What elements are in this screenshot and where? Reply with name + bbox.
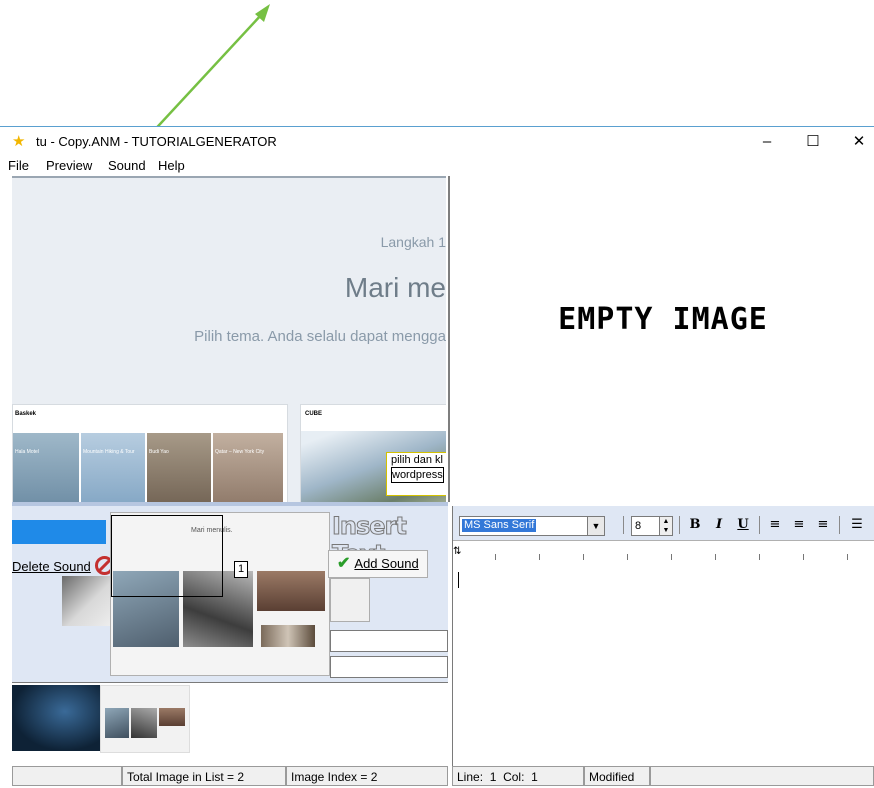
add-sound-button[interactable]: ✔ Add Sound [328,550,428,578]
status-cell-empty [650,766,874,786]
sound-placeholder-image [62,576,112,626]
thumbnail-photo [261,625,315,647]
ruler-tick [715,554,716,560]
theme-photo [81,433,145,504]
theme-photo [147,433,211,504]
theme-card-title: CUBE [305,411,323,417]
font-size-spinner[interactable]: ▲ ▼ [659,516,673,536]
ruler-tick [495,554,496,560]
line-value: 1 [489,770,497,784]
image-canvas[interactable]: EMPTY IMAGE [448,176,874,502]
empty-image-label: EMPTY IMAGE [558,302,768,337]
menu-preview[interactable]: Preview [46,156,92,176]
callout-line: wordpress [391,467,444,483]
minimize-button[interactable]: – [744,127,790,157]
ruler-tick [803,554,804,560]
preview-image[interactable]: Langkah 1 Mari me Pilih tema. Anda selal… [12,176,446,504]
status-image-index: Image Index = 2 [286,766,448,786]
ruler-tick [847,554,848,560]
theme-label: Budi Yao [149,449,169,455]
image-list-thumbnail[interactable] [100,685,190,753]
theme-label: Mountain Hiking & Tour [83,449,135,455]
preview-subtext: Pilih tema. Anda selalu dapat mengga [194,328,446,345]
image-list-photo [131,708,157,738]
image-list [12,682,448,767]
title-bar: ★ tu - Copy.ANM - TUTORIALGENERATOR – ☐ … [0,126,874,157]
theme-label: Hala Motel [15,449,39,455]
bold-button[interactable]: B [685,516,705,534]
theme-photo [213,433,283,504]
status-line-col: Line: 1 Col: 1 [452,766,584,786]
window-title: tu - Copy.ANM - TUTORIALGENERATOR [36,134,277,149]
ruler-tick [627,554,628,560]
delete-sound-label: Delete Sound [12,559,91,574]
format-toolbar: MS Sans Serif ▼ 8 ▲ ▼ B I U ≡ ≡ ≡ ☰ [453,506,874,541]
indent-marker-icon[interactable]: ⇅ [453,546,461,557]
menu-sound[interactable]: Sound [108,156,146,176]
theme-card: Baskek Hala Motel Mountain Hiking & Tour… [12,404,288,504]
status-cell-empty [12,766,122,786]
align-center-icon[interactable]: ≡ [789,516,809,534]
callout-line: pilih dan kl [391,454,443,466]
ruler-tick [671,554,672,560]
toolbar-separator [679,516,680,534]
thumbnail-photo [257,571,325,611]
annotation-callout: pilih dan kl wordpress [386,452,446,496]
delete-sound-button[interactable]: Delete Sound [12,556,114,575]
col-value: 1 [531,770,538,784]
italic-button[interactable]: I [709,516,729,534]
blank-button[interactable] [330,578,370,622]
text-caret [458,572,459,588]
ruler-tick [759,554,760,560]
bullet-list-icon[interactable]: ☰ [847,516,867,534]
selected-item-bar[interactable] [12,520,106,544]
text-editor: MS Sans Serif ▼ 8 ▲ ▼ B I U ≡ ≡ ≡ ☰ ⇅ [452,506,874,766]
thumbnail-preview[interactable]: Mari menulis. 1 [110,512,330,676]
menu-help[interactable]: Help [158,156,185,176]
status-modified: Modified [584,766,650,786]
align-left-icon[interactable]: ≡ [765,516,785,534]
preview-headline: Mari me [344,272,446,303]
image-list-photo [105,708,129,738]
underline-button[interactable]: U [733,516,753,534]
ruler-tick [583,554,584,560]
menu-bar: File Preview Sound Help [0,156,874,176]
image-list-thumbnail[interactable] [12,685,100,751]
font-family-select[interactable]: MS Sans Serif ▼ [459,516,605,536]
toolbar-separator [839,516,840,534]
font-family-value: MS Sans Serif [462,519,537,532]
col-label: Col: [503,770,525,784]
text-field[interactable] [330,656,448,678]
checkmark-icon: ✔ [337,555,351,572]
toolbar-separator [759,516,760,534]
toolbar-separator [623,516,624,534]
text-field[interactable] [330,630,448,652]
menu-file[interactable]: File [8,156,29,176]
align-right-icon[interactable]: ≡ [813,516,833,534]
ruler-tick [539,554,540,560]
add-sound-label: Add Sound [354,556,419,571]
theme-photo [13,433,79,504]
theme-card-title: Baskek [15,411,37,417]
close-button[interactable]: ✕ [836,127,874,157]
ruler[interactable]: ⇅ [453,542,874,564]
status-total-images: Total Image in List = 2 [122,766,286,786]
theme-label: Qatar – New York City [215,449,265,455]
dropdown-arrow-icon[interactable]: ▼ [587,517,604,535]
preview-step-text: Langkah 1 [380,234,446,250]
selection-rectangle [111,515,223,597]
image-list-photo [159,708,185,726]
line-label: Line: [457,770,484,784]
star-icon: ★ [12,133,26,150]
thumbnail-index-badge: 1 [234,561,248,578]
font-size-field[interactable]: 8 [631,516,660,536]
tools-panel: Delete Sound Mari menulis. 1 Insert Text… [12,502,448,684]
maximize-button[interactable]: ☐ [790,127,836,157]
